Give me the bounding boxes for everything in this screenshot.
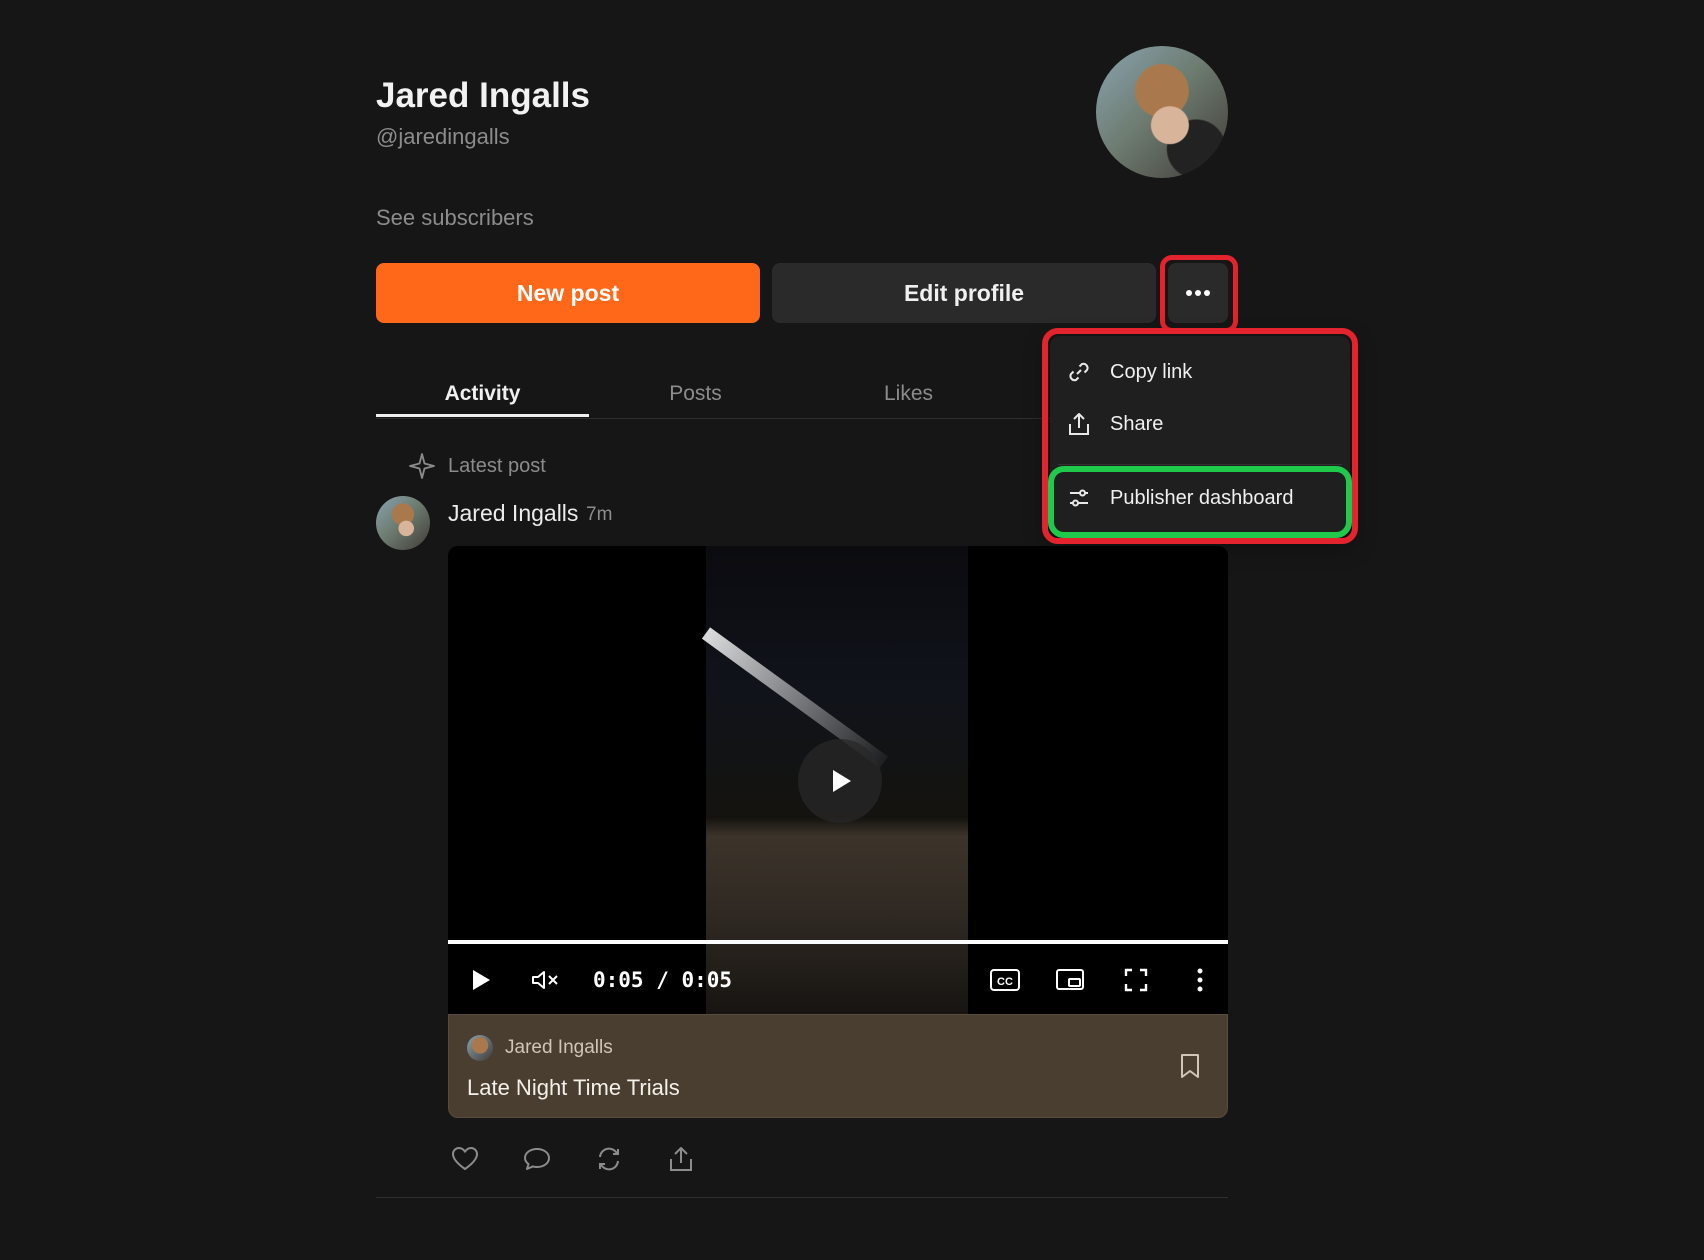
feed-divider [376,1197,1228,1198]
video-time-display: 0:05 / 0:05 [593,968,733,992]
card-post-title[interactable]: Late Night Time Trials [467,1075,680,1101]
restack-button[interactable] [592,1142,626,1176]
post-card[interactable]: Jared Ingalls Late Night Time Trials [448,1014,1228,1118]
pip-button[interactable] [1048,958,1092,1002]
post-actions [448,1142,698,1176]
new-post-button[interactable]: New post [376,263,760,323]
video-options-button[interactable] [1180,958,1220,1002]
bookmark-icon [1181,1054,1199,1078]
play-icon [833,770,851,792]
highlight-more-button [1160,255,1238,333]
edit-profile-button[interactable]: Edit profile [772,263,1156,323]
svg-text:CC: CC [997,976,1013,988]
profile-name: Jared Ingalls [376,76,590,115]
fullscreen-icon [1124,968,1148,992]
video-player[interactable]: 0:05 / 0:05 CC [448,546,1228,1014]
card-author-name: Jared Ingalls [505,1037,613,1058]
share-post-button[interactable] [664,1142,698,1176]
video-controls: 0:05 / 0:05 CC [448,946,1228,1014]
play-button[interactable] [460,958,500,1002]
share-icon [670,1147,692,1171]
refresh-icon [599,1147,619,1171]
comment-button[interactable] [520,1142,554,1176]
card-author-avatar [467,1035,493,1061]
bookmark-button[interactable] [1179,1053,1201,1079]
profile-avatar [1096,46,1228,178]
highlight-publisher-dashboard [1048,466,1352,538]
fullscreen-button[interactable] [1114,958,1158,1002]
video-progress-bar[interactable] [448,940,1228,944]
heart-icon [451,1146,479,1171]
post-author-name[interactable]: Jared Ingalls [448,500,578,527]
cc-icon: CC [990,969,1020,991]
tab-posts[interactable]: Posts [589,370,802,417]
picture-in-picture-icon [1056,969,1084,990]
tab-likes[interactable]: Likes [802,370,1015,417]
latest-post-text: Latest post [448,454,546,477]
latest-post-label: Latest post [408,452,546,480]
see-subscribers-link[interactable]: See subscribers [376,205,534,231]
profile-handle: @jaredingalls [376,124,510,149]
sparkle-icon [409,453,435,479]
play-icon [473,970,490,990]
comment-icon [524,1148,550,1170]
center-play-button[interactable] [798,739,882,823]
more-vertical-icon [1197,968,1203,992]
mute-button[interactable] [523,958,567,1002]
post-author-avatar[interactable] [376,496,430,550]
like-button[interactable] [448,1142,482,1176]
captions-button[interactable]: CC [983,958,1027,1002]
tab-activity[interactable]: Activity [376,370,589,417]
post-timestamp: 7m [586,504,613,525]
volume-muted-icon [532,971,558,989]
